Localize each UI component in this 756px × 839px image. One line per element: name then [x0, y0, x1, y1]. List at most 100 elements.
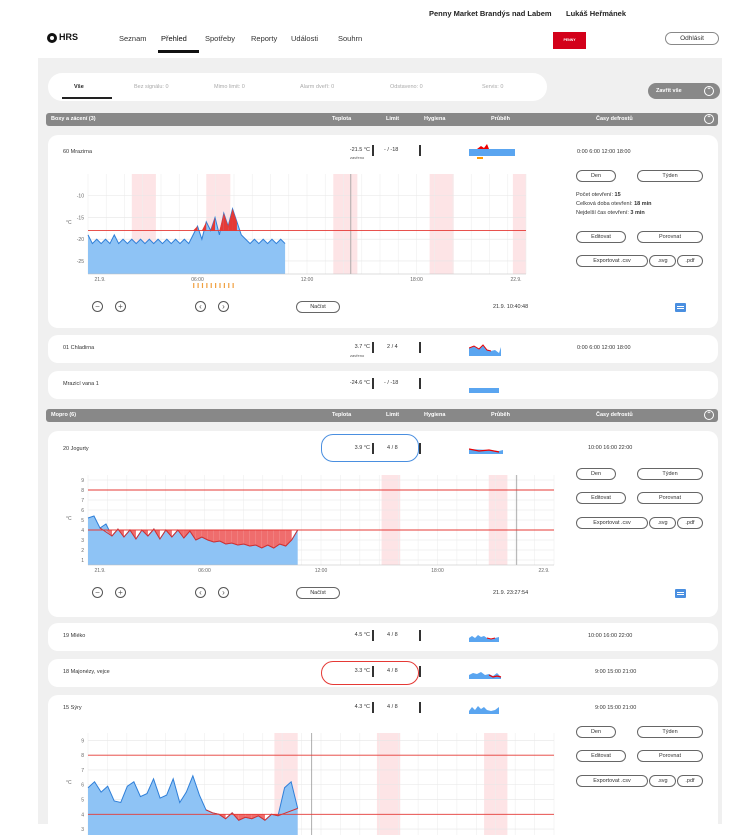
zoom-out-icon[interactable]: − — [92, 587, 103, 598]
week-button[interactable]: Týden — [637, 170, 703, 182]
nav-spotreby[interactable]: Spotřeby — [205, 34, 235, 43]
temp-chart-mrazirna[interactable]: -10 -15 -20 -25 °C 21.9. 06:00 12:00 18:00 22.9. — [60, 170, 530, 290]
separator — [372, 630, 374, 641]
device-temp: 4.3 °C — [354, 704, 370, 710]
separator — [372, 378, 374, 389]
filter-door-alarm[interactable]: Alarm dveří: 0 — [300, 84, 334, 90]
nav-seznam[interactable]: Seznam — [119, 34, 147, 43]
penny-logo: PENNY — [553, 32, 586, 49]
nav-souhrn[interactable]: Souhrn — [338, 34, 362, 43]
export-pdf-button[interactable]: .pdf — [677, 517, 703, 529]
filter-active-underline — [62, 97, 112, 99]
temp-chart-jogurty[interactable]: 1 2 3 4 5 6 7 8 9 °C 21.9. 06:00 12:00 18:00 22.9. — [60, 471, 558, 581]
over-limit-area — [193, 226, 198, 231]
edit-button[interactable]: Editovat — [576, 750, 626, 762]
door-status: zavřeno — [350, 353, 365, 358]
separator — [419, 443, 421, 454]
zoom-in-icon[interactable]: + — [115, 587, 126, 598]
day-button[interactable]: Den — [576, 726, 616, 738]
col-limit: Limit — [386, 116, 400, 122]
next-icon[interactable]: › — [218, 301, 229, 312]
export-csv-button[interactable]: Exportovat .csv — [576, 775, 648, 787]
zoom-out-icon[interactable]: − — [92, 301, 103, 312]
top-header: HRS Seznam Přehled Spotřeby Reporty Udál… — [0, 0, 756, 58]
calendar-export-icon[interactable] — [675, 303, 686, 312]
x-tick-label: 18:00 — [431, 568, 444, 574]
trend-sparkline[interactable] — [469, 629, 515, 645]
device-temp: 3.3 °C — [354, 668, 370, 674]
col-defrost: Časy defrostů — [596, 116, 633, 122]
temp-chart-syry[interactable]: 3 4 5 6 7 8 9 °C — [60, 729, 558, 839]
col-teplota: Teplota — [332, 116, 352, 122]
day-button[interactable]: Den — [576, 170, 616, 182]
device-name[interactable]: 20 Jogurty — [63, 446, 89, 452]
filter-service[interactable]: Servis: 0 — [482, 84, 503, 90]
export-svg-button[interactable]: .svg — [649, 255, 676, 267]
trend-sparkline[interactable] — [469, 701, 515, 717]
compare-button[interactable]: Porovnat — [637, 492, 703, 504]
timestamp: 21.9. 10:40:48 — [493, 304, 529, 310]
close-all-button[interactable]: Zavřít vše ⌃ — [648, 83, 720, 99]
nav-reporty[interactable]: Reporty — [251, 34, 277, 43]
filter-out-of-limit[interactable]: Mimo limit: 0 — [214, 84, 245, 90]
device-name[interactable]: 60 Mrazirna — [63, 149, 92, 155]
nav-udalosti[interactable]: Události — [291, 34, 318, 43]
zoom-in-icon[interactable]: + — [115, 301, 126, 312]
filter-disabled[interactable]: Odstaveno: 0 — [390, 84, 423, 90]
export-pdf-button[interactable]: .pdf — [677, 255, 703, 267]
device-temp: -24.6 °C — [349, 380, 370, 386]
device-card-vana: Mrazicí vana 1 -24.6 °C - / -18 — [48, 371, 718, 399]
week-button[interactable]: Týden — [637, 468, 703, 480]
defrost-times: 10:00 16:00 22:00 — [588, 633, 633, 639]
day-button[interactable]: Den — [576, 468, 616, 480]
edit-button[interactable]: Editovat — [576, 231, 626, 243]
group-title: Mopro (6) — [51, 412, 77, 418]
device-name[interactable]: 01 Chladirna — [63, 345, 94, 351]
device-name[interactable]: 15 Sýry — [63, 705, 82, 711]
y-tick-label: 5 — [81, 518, 84, 524]
trend-sparkline[interactable] — [469, 340, 515, 356]
load-button[interactable]: Načíst — [296, 587, 340, 599]
device-temp: 4.5 °C — [354, 632, 370, 638]
week-button[interactable]: Týden — [637, 726, 703, 738]
x-tick-label: 18:00 — [410, 277, 423, 283]
y-tick-label: -25 — [77, 259, 84, 265]
compare-button[interactable]: Porovnat — [637, 231, 703, 243]
export-pdf-button[interactable]: .pdf — [677, 775, 703, 787]
calendar-export-icon[interactable] — [675, 589, 686, 598]
load-button[interactable]: Načíst — [296, 301, 340, 313]
export-csv-button[interactable]: Exportovat .csv — [576, 255, 648, 267]
trend-sparkline[interactable] — [469, 143, 515, 159]
trend-sparkline[interactable] — [469, 665, 515, 681]
compare-button[interactable]: Porovnat — [637, 750, 703, 762]
device-name[interactable]: 18 Majonézy, vejce — [63, 669, 110, 675]
trend-sparkline[interactable] — [469, 379, 515, 395]
filter-bar: Vše Bez signálu: 0 Mimo limit: 0 Alarm d… — [48, 73, 547, 101]
prev-icon[interactable]: ‹ — [195, 587, 206, 598]
defrost-band — [429, 174, 454, 274]
x-tick-label: 22.9. — [510, 277, 521, 283]
trend-sparkline[interactable] — [469, 440, 515, 456]
nav-prehled[interactable]: Přehled — [161, 34, 187, 43]
device-name[interactable]: Mrazicí vana 1 — [63, 381, 99, 387]
defrost-times: 0:00 6:00 12:00 18:00 — [577, 345, 631, 351]
edit-button[interactable]: Editovat — [576, 492, 626, 504]
door-open-marker — [206, 283, 208, 288]
door-open-marker — [215, 283, 217, 288]
chevron-up-icon: ⌃ — [704, 410, 714, 420]
separator — [419, 342, 421, 353]
export-svg-button[interactable]: .svg — [649, 775, 676, 787]
group-header-mopro[interactable]: Mopro (6) Teplota Limit Hygiena Průběh Č… — [46, 409, 718, 422]
device-name[interactable]: 19 Mléko — [63, 633, 85, 639]
filter-all[interactable]: Vše — [74, 84, 84, 90]
logout-button[interactable]: Odhlásit — [665, 32, 719, 45]
export-svg-button[interactable]: .svg — [649, 517, 676, 529]
next-icon[interactable]: › — [218, 587, 229, 598]
x-tick-label: 12:00 — [315, 568, 328, 574]
prev-icon[interactable]: ‹ — [195, 301, 206, 312]
group-header-boxy[interactable]: Boxy a zácení (3) Teplota Limit Hygiena … — [46, 113, 718, 126]
door-open-marker — [219, 283, 221, 288]
device-limit: 4 / 8 — [387, 632, 398, 638]
filter-no-signal[interactable]: Bez signálu: 0 — [134, 84, 169, 90]
export-csv-button[interactable]: Exportovat .csv — [576, 517, 648, 529]
